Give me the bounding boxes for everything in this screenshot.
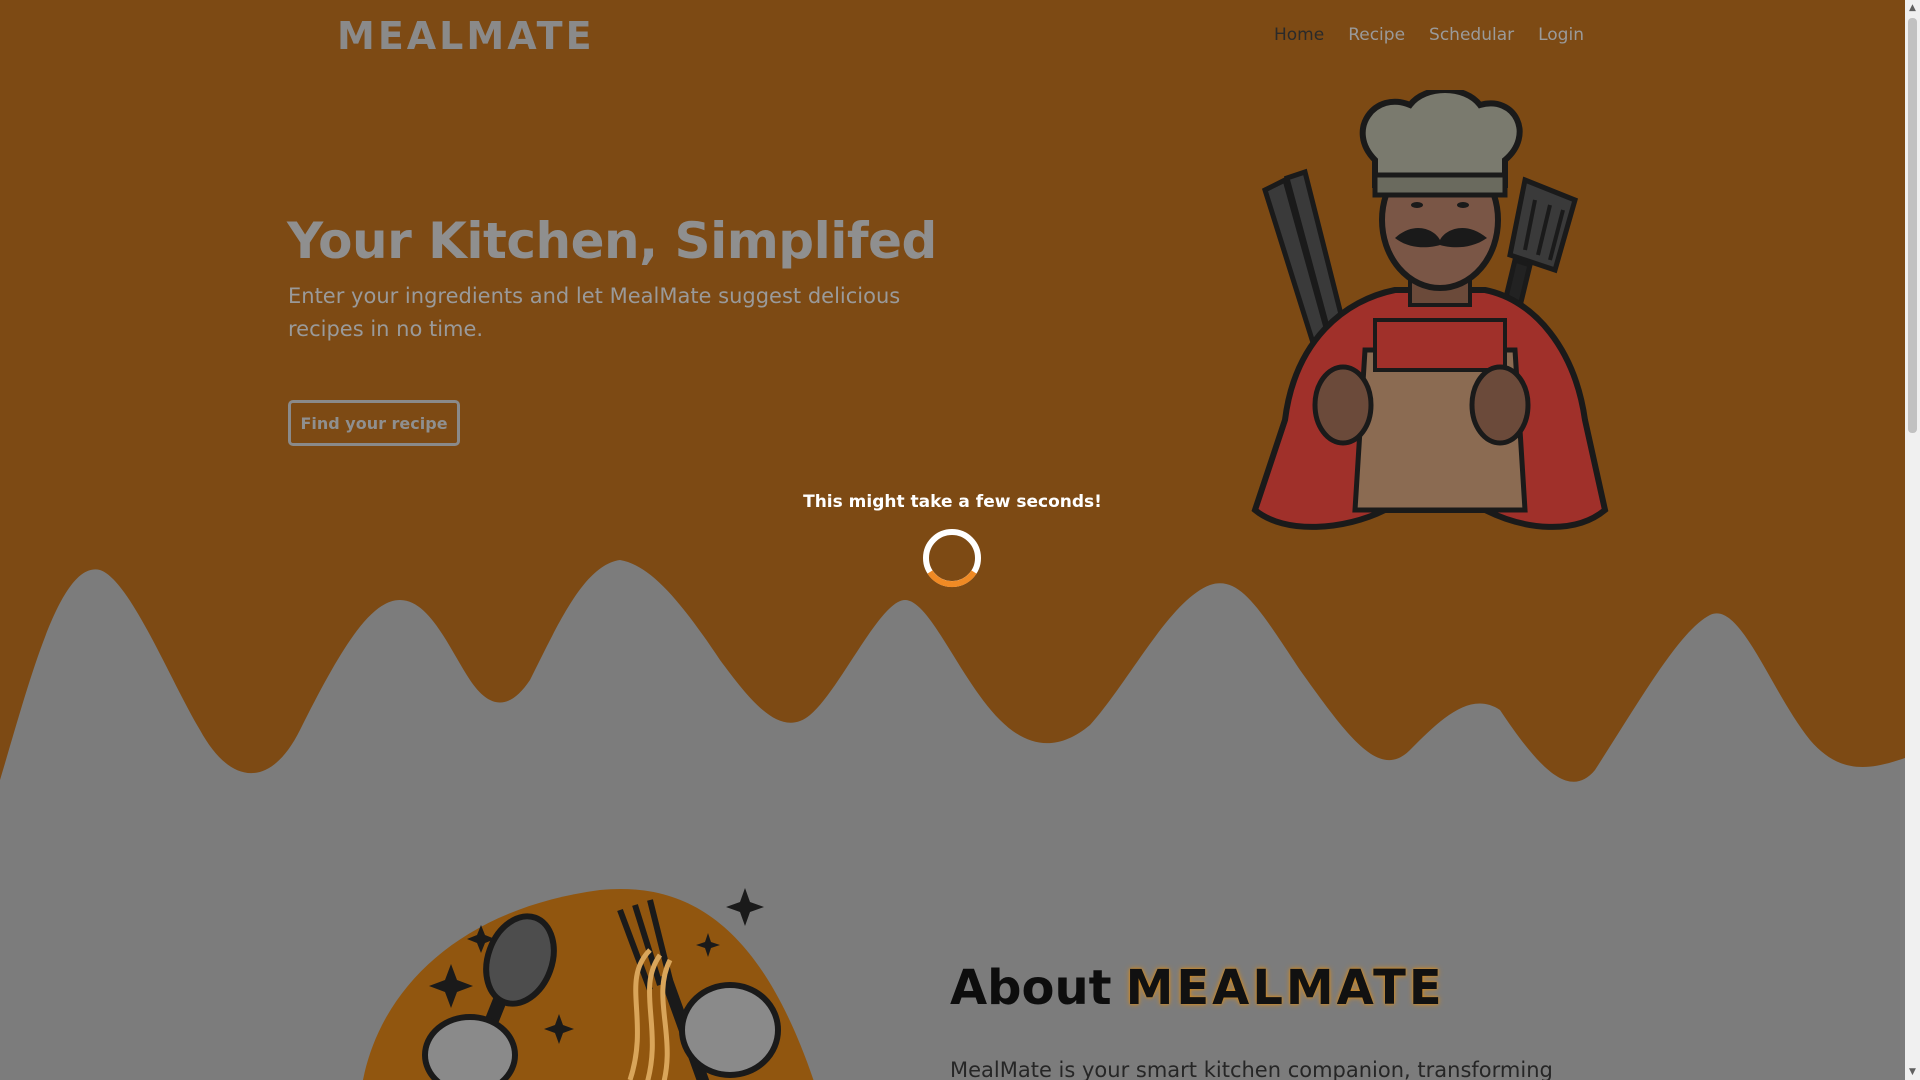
- nav-home[interactable]: Home: [1274, 25, 1324, 45]
- scroll-down-icon[interactable]: ▼: [1905, 1064, 1920, 1080]
- chef-illustration-icon: [1251, 90, 1609, 530]
- about-text: MealMate is your smart kitchen companion…: [950, 1058, 1553, 1080]
- utensils-illustration-icon: [363, 888, 814, 1080]
- hero-title: Your Kitchen, Simplifed: [287, 212, 937, 270]
- about-title-prefix: About: [950, 960, 1112, 1016]
- scrollbar-thumb[interactable]: [1908, 18, 1917, 433]
- about-title-brand: MEALMATE: [1125, 960, 1445, 1016]
- main-nav: Home Recipe Schedular Login: [1274, 25, 1584, 45]
- hero-subtitle: Enter your ingredients and let MealMate …: [288, 284, 901, 341]
- loading-message: This might take a few seconds!: [803, 492, 1102, 512]
- page: MEALMATE Home Recipe Schedular Login You…: [0, 0, 1905, 1080]
- about-title: About MEALMATE: [950, 960, 1445, 1016]
- site-logo[interactable]: MEALMATE: [337, 14, 595, 58]
- nav-schedular[interactable]: Schedular: [1429, 25, 1514, 45]
- vertical-scrollbar[interactable]: ▲ ▼: [1905, 0, 1920, 1080]
- find-recipe-button[interactable]: Find your recipe: [288, 400, 460, 446]
- nav-recipe[interactable]: Recipe: [1348, 25, 1405, 45]
- scroll-up-icon[interactable]: ▲: [1905, 0, 1920, 16]
- nav-login[interactable]: Login: [1538, 25, 1584, 45]
- loading-spinner-icon: [923, 529, 981, 588]
